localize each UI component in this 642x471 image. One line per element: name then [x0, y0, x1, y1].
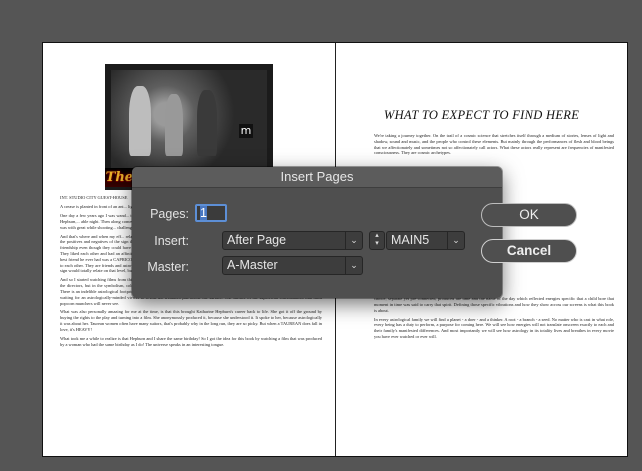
right-page-body-bottom: choice, separate yet pre-connected, prod… [374, 296, 614, 343]
paragraph: What was also personally amazing for me … [60, 309, 322, 332]
figure-silhouette [197, 90, 217, 156]
insert-position-value: After Page [227, 233, 287, 247]
pages-value: 1 [200, 206, 207, 220]
chevron-down-icon[interactable]: ⌄ [345, 257, 362, 274]
chapter-title: WHAT TO EXPECT TO FIND HERE [383, 108, 580, 122]
cancel-button[interactable]: Cancel [481, 239, 577, 263]
figure-silhouette [129, 86, 151, 156]
insert-position-select[interactable]: After Page ⌄ [222, 231, 363, 250]
master-label: Master: [147, 260, 189, 274]
paragraph: In every astrological family we will fin… [374, 316, 614, 339]
paragraph: What took me a while to realize is that … [60, 335, 322, 347]
paragraph: We're taking a journey together. On the … [374, 133, 614, 156]
insert-page-select[interactable]: MAIN5 ⌄ [386, 231, 465, 250]
insert-pages-dialog[interactable]: Insert Pages Pages: 1 Insert: After Page… [132, 167, 577, 298]
chevron-down-icon[interactable]: ⌄ [345, 232, 362, 249]
pages-label: Pages: [150, 207, 189, 221]
insert-page-value: MAIN5 [391, 233, 430, 247]
stepper-up-icon[interactable]: ▴ [370, 232, 384, 240]
insert-label: Insert: [154, 234, 189, 248]
ok-button[interactable]: OK [481, 203, 577, 227]
master-select[interactable]: A-Master ⌄ [222, 256, 363, 275]
right-page-body-top: We're taking a journey together. On the … [374, 133, 614, 159]
page-stepper[interactable]: ▴ ▾ [369, 231, 385, 250]
dialog-title[interactable]: Insert Pages [132, 167, 502, 188]
paragraph: choice, separate yet pre-connected, prod… [374, 296, 614, 313]
master-value: A-Master [227, 258, 278, 272]
pages-input[interactable]: 1 [195, 204, 227, 222]
chevron-down-icon[interactable]: ⌄ [447, 232, 464, 249]
figure-silhouette [165, 94, 183, 156]
stepper-down-icon[interactable]: ▾ [370, 240, 384, 248]
photo-badge: m [239, 124, 253, 138]
